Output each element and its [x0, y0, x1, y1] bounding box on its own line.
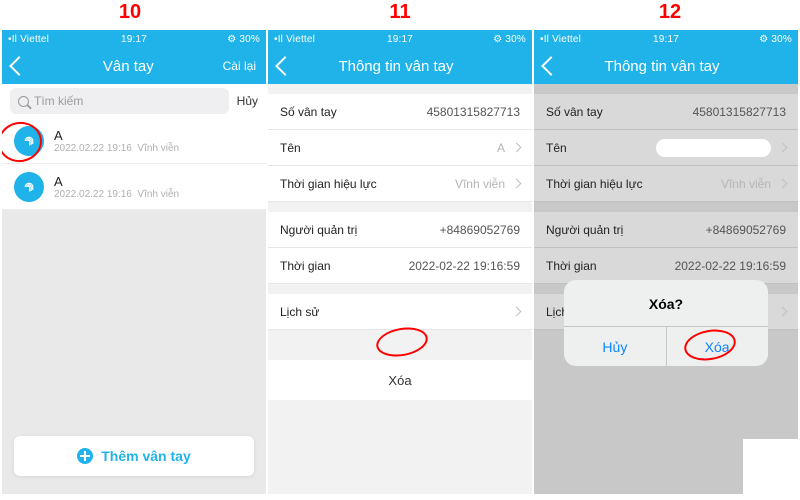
chevron-right-icon — [512, 307, 522, 317]
page-title: Thông tin vân tay — [300, 58, 492, 75]
fingerprint-meta: 2022.02.22 19:16 Vĩnh viễn — [54, 189, 179, 200]
add-fingerprint-button[interactable]: Thêm vân tay — [14, 436, 254, 476]
carrier-text: •Il Viettel — [540, 34, 624, 45]
screen-fingerprint-list: •Il Viettel 19:17 ⚙ 30% Vân tay Cài lại … — [2, 30, 266, 494]
step-label-11: 11 — [370, 2, 430, 22]
chevron-right-icon — [778, 307, 788, 317]
detail-section-1: Số vân tay 45801315827713 Tên A Thời gia… — [268, 94, 532, 202]
step-label-12: 12 — [640, 2, 700, 22]
list-item[interactable]: A 2022.02.22 19:16 Vĩnh viễn — [2, 164, 266, 210]
search-input[interactable]: Tìm kiếm — [10, 88, 229, 114]
list-item[interactable]: A 2022.02.22 19:16 Vĩnh viễn — [2, 118, 266, 164]
redacted-value — [656, 139, 771, 157]
fingerprint-name: A — [54, 128, 179, 143]
screen-delete-confirm: •Il Viettel 19:17 ⚙ 30% Thông tin vân ta… — [534, 30, 798, 494]
chevron-right-icon — [778, 143, 788, 153]
status-bar: •Il Viettel 19:17 ⚙ 30% — [268, 30, 532, 48]
status-bar: •Il Viettel 19:17 ⚙ 30% — [534, 30, 798, 48]
add-fingerprint-label: Thêm vân tay — [101, 448, 190, 464]
fingerprint-icon — [14, 126, 44, 156]
fingerprint-name: A — [54, 174, 179, 189]
carrier-text: •Il Viettel — [274, 34, 358, 45]
back-icon[interactable] — [275, 56, 295, 76]
battery-text: ⚙ 30% — [442, 34, 526, 45]
fingerprint-list: A 2022.02.22 19:16 Vĩnh viễn A 2022.02.2… — [2, 118, 266, 210]
dialog-cancel-button[interactable]: Hủy — [564, 327, 666, 366]
page-title: Thông tin vân tay — [566, 58, 758, 75]
row-name[interactable]: Tên A — [268, 130, 532, 166]
row-validity[interactable]: Thời gian hiệu lực Vĩnh viễn — [268, 166, 532, 202]
search-bar: Tìm kiếm Hủy — [2, 84, 266, 118]
dialog-title: Xóa? — [564, 280, 768, 326]
confirm-dialog: Xóa? Hủy Xóa — [564, 280, 768, 366]
row-fingerprint-id: Số vân tay 45801315827713 — [268, 94, 532, 130]
chevron-right-icon — [512, 179, 522, 189]
battery-text: ⚙ 30% — [708, 34, 792, 45]
detail-section-2: Người quản trị +84869052769 Thời gian 20… — [534, 212, 798, 284]
reset-button[interactable]: Cài lại — [223, 59, 256, 73]
detail-section-1: Số vân tay 45801315827713 Tên Thời gian … — [534, 94, 798, 202]
screen-fingerprint-detail: •Il Viettel 19:17 ⚙ 30% Thông tin vân ta… — [268, 30, 532, 494]
search-placeholder: Tìm kiếm — [34, 94, 83, 108]
row-admin: Người quản trị +84869052769 — [534, 212, 798, 248]
step-label-10: 10 — [100, 2, 160, 22]
battery-text: ⚙ 30% — [176, 34, 260, 45]
row-time: Thời gian 2022-02-22 19:16:59 — [268, 248, 532, 284]
chevron-right-icon — [778, 179, 788, 189]
clock-text: 19:17 — [624, 34, 708, 45]
nav-header: Thông tin vân tay — [534, 48, 798, 84]
detail-section-2: Người quản trị +84869052769 Thời gian 20… — [268, 212, 532, 284]
row-fingerprint-id: Số vân tay 45801315827713 — [534, 94, 798, 130]
row-history[interactable]: Lịch sử — [268, 294, 532, 330]
chevron-right-icon — [512, 143, 522, 153]
row-name[interactable]: Tên — [534, 130, 798, 166]
delete-button[interactable]: Xóa — [268, 360, 532, 400]
search-cancel-button[interactable]: Hủy — [237, 94, 258, 108]
detail-section-3: Lịch sử — [268, 294, 532, 330]
plus-icon — [77, 448, 93, 464]
back-icon[interactable] — [9, 56, 29, 76]
search-icon — [18, 96, 29, 107]
row-validity[interactable]: Thời gian hiệu lực Vĩnh viễn — [534, 166, 798, 202]
fingerprint-meta: 2022.02.22 19:16 Vĩnh viễn — [54, 143, 179, 154]
page-title: Vân tay — [34, 58, 223, 75]
corner-patch — [743, 439, 798, 494]
clock-text: 19:17 — [358, 34, 442, 45]
nav-header: Vân tay Cài lại — [2, 48, 266, 84]
dialog-confirm-button[interactable]: Xóa — [666, 327, 768, 366]
back-icon[interactable] — [541, 56, 561, 76]
row-admin: Người quản trị +84869052769 — [268, 212, 532, 248]
fingerprint-icon — [14, 172, 44, 202]
nav-header: Thông tin vân tay — [268, 48, 532, 84]
carrier-text: •Il Viettel — [8, 34, 92, 45]
clock-text: 19:17 — [92, 34, 176, 45]
row-time: Thời gian 2022-02-22 19:16:59 — [534, 248, 798, 284]
status-bar: •Il Viettel 19:17 ⚙ 30% — [2, 30, 266, 48]
